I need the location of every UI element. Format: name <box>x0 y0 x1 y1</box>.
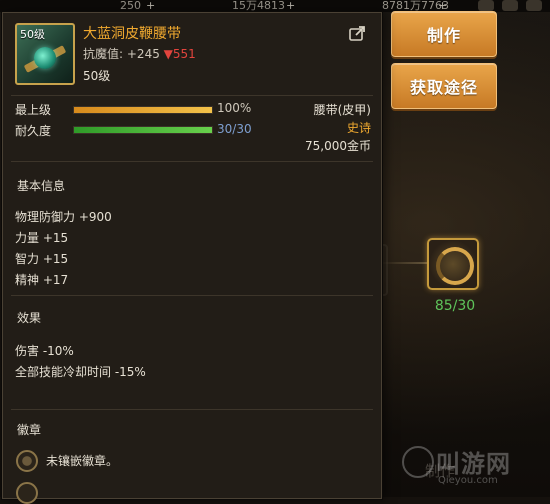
item-level-badge: 50级 <box>20 28 45 41</box>
get-source-button[interactable]: 获取途径 <box>391 63 497 109</box>
attr-line: 力量 +15 <box>15 231 69 245</box>
max-level-value: 100% <box>217 101 252 115</box>
watermark-logo-icon <box>402 446 434 478</box>
durability-bar-fill <box>74 127 212 133</box>
badge-slot-icon[interactable] <box>16 482 38 504</box>
basic-info-title: 基本信息 <box>17 179 66 193</box>
max-level-bar-fill <box>74 107 212 113</box>
durability-bar <box>73 126 213 134</box>
mail-icon[interactable] <box>502 0 518 11</box>
price: 75,000金币 <box>305 139 371 153</box>
menu-icon[interactable] <box>478 0 494 11</box>
badge-empty-text: 未镶嵌徽章。 <box>46 454 119 468</box>
settings-icon[interactable] <box>526 0 542 11</box>
badge-slot-icon[interactable] <box>16 450 38 472</box>
make-button[interactable]: 制作 <box>391 11 497 57</box>
resist-down: 551 <box>172 47 196 61</box>
watermark-url: Qieyou.com <box>438 475 498 486</box>
effect-line: 全部技能冷却时间 -15% <box>15 365 146 379</box>
divider <box>11 409 373 410</box>
resist-row: 抗魔值: +245 ▼551 <box>83 45 196 62</box>
share-icon[interactable] <box>349 25 367 41</box>
currency-1-add-icon[interactable]: + <box>146 0 155 12</box>
resist-label: 抗魔值: <box>83 47 124 61</box>
durability-label: 耐久度 <box>15 124 52 138</box>
recipe-connector <box>380 262 428 264</box>
item-tooltip: 50级 大蓝洞皮鞭腰带 抗魔值: +245 ▼551 50级 最上级 100% … <box>2 12 382 499</box>
item-name: 大蓝洞皮鞭腰带 <box>83 26 181 42</box>
resist-plus: +245 <box>126 47 160 61</box>
watermark: 叫游网 Qieyou.com <box>402 444 548 494</box>
currency-1-value: 250 <box>120 0 141 12</box>
effect-line: 伤害 -10% <box>15 344 74 358</box>
attr-line: 智力 +15 <box>15 252 69 266</box>
material-progress: 85/30 <box>434 298 476 314</box>
divider <box>11 161 373 162</box>
divider <box>11 95 373 96</box>
attr-line: 物理防御力 +900 <box>15 210 112 224</box>
watermark-text: 叫游网 <box>436 450 511 478</box>
divider <box>11 295 373 296</box>
gem-icon <box>34 47 56 69</box>
badge-title: 徽章 <box>17 423 42 437</box>
belt-ring-icon <box>436 247 474 285</box>
resist-down-icon: ▼ <box>163 47 173 61</box>
item-level: 50级 <box>83 69 111 83</box>
durability-value: 30/30 <box>217 122 252 136</box>
currency-2-add-icon[interactable]: + <box>286 0 295 12</box>
effects-title: 效果 <box>17 311 42 325</box>
max-level-bar <box>73 106 213 114</box>
slot-type: 腰带(皮甲) <box>313 103 371 117</box>
item-icon: 50级 <box>15 23 75 85</box>
recipe-target-slot[interactable] <box>427 238 479 290</box>
currency-2-value: 15万4813 <box>232 0 285 12</box>
rarity: 史诗 <box>346 121 371 135</box>
max-level-label: 最上级 <box>15 103 52 117</box>
attr-line: 精神 +17 <box>15 273 69 287</box>
